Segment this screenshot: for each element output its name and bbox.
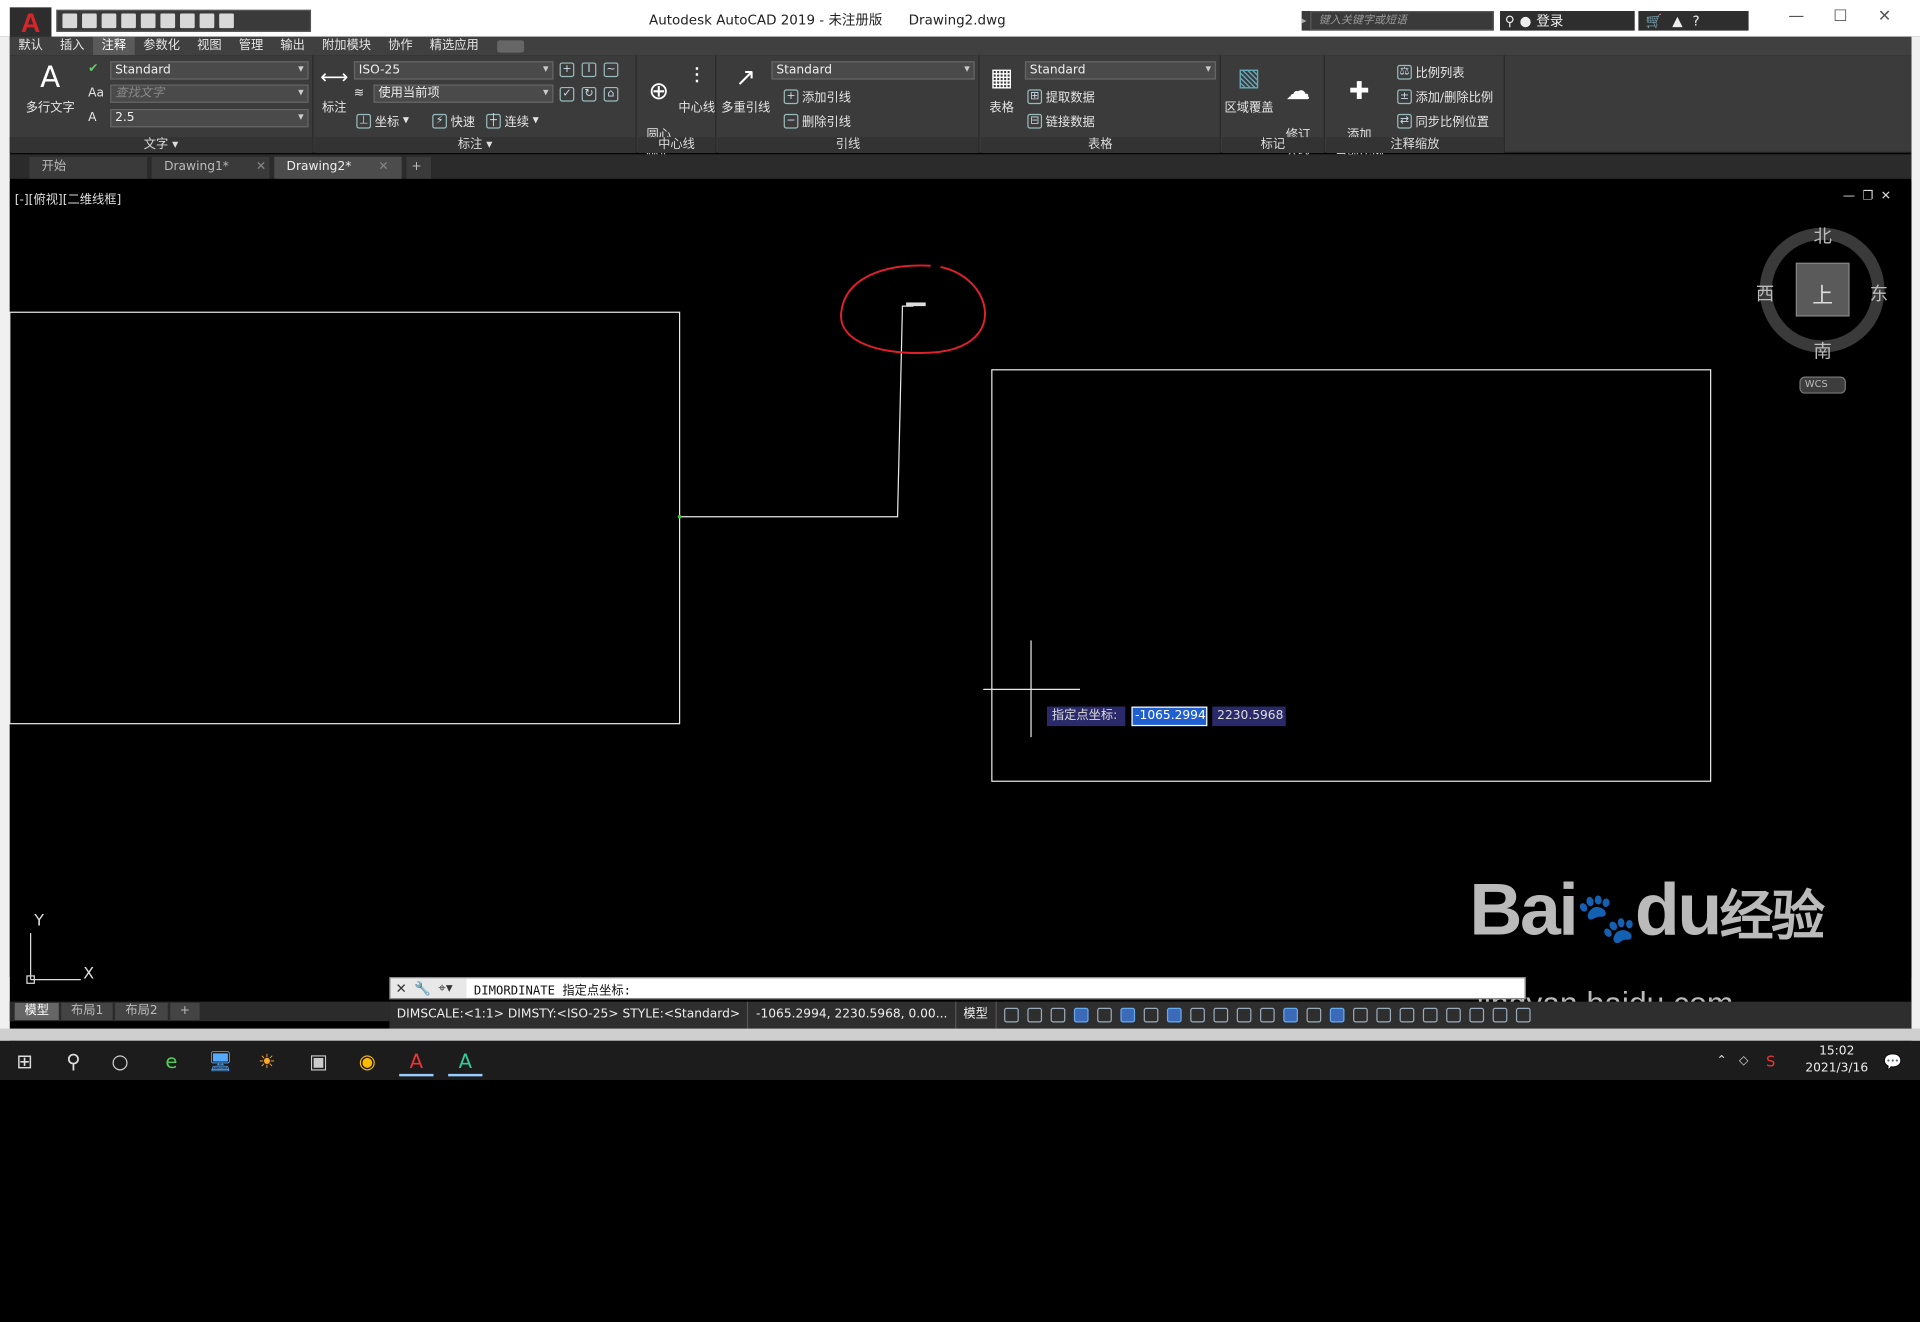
app-window-icon[interactable]: ▣ [301, 1047, 335, 1076]
task-view-icon[interactable]: ○ [103, 1047, 137, 1076]
ucs-x-label: X [83, 964, 95, 984]
layout-tab-layout2[interactable]: 布局2 [115, 1002, 168, 1021]
clean-screen-icon [1492, 1007, 1507, 1023]
app-green-icon[interactable]: A [448, 1047, 483, 1077]
status-toggles[interactable] [996, 1007, 1531, 1023]
annotation-scale-icon [1329, 1007, 1345, 1023]
clock-date: 2021/3/16 [1805, 1061, 1869, 1076]
windows-start-icon[interactable]: ⊞ [7, 1047, 41, 1076]
viewcube-top[interactable]: 上 [1812, 278, 1833, 308]
otrack-icon [1166, 1007, 1182, 1023]
selection-cycling-icon [1259, 1007, 1275, 1023]
infer-icon [1050, 1007, 1065, 1023]
dyn-input-icon [1073, 1007, 1089, 1023]
compass-west[interactable]: 西 [1756, 280, 1774, 306]
quick-properties-icon [1399, 1007, 1414, 1023]
windows-taskbar: ⊞ ⚲ ○ e 🖥 ☀ ▣ ◉ A A ⌃ ◇ S 💬 [0, 1040, 1920, 1081]
customize-cmd-icon[interactable]: 🔧 [414, 980, 431, 996]
snap-point [677, 514, 682, 519]
command-line-buttons[interactable]: ✕ 🔧 ⌖▾ [390, 978, 467, 998]
dynamic-input-y[interactable]: 2230.5968 [1212, 706, 1286, 727]
tray-app-icon[interactable]: ◇ [1734, 1047, 1754, 1076]
isodraft-icon [1143, 1007, 1159, 1023]
browser-360-icon[interactable]: e [154, 1047, 188, 1076]
status-dim-info: DIMSCALE:<1:1> DIMSTY:<ISO-25> STYLE:<St… [389, 1001, 749, 1029]
compass-north[interactable]: 北 [1813, 223, 1831, 249]
status-bar: DIMSCALE:<1:1> DIMSTY:<ISO-25> STYLE:<St… [389, 1001, 1912, 1029]
watermark-brand-du: du [1634, 868, 1722, 951]
dynamic-input-prompt: 指定点坐标: [1046, 706, 1126, 727]
watermark-brand: Bai [1469, 868, 1578, 951]
polar-icon [1120, 1007, 1135, 1023]
watermark-brand-cn: 经验 [1719, 886, 1825, 947]
notifications-icon[interactable]: 💬 [1878, 1047, 1907, 1076]
lineweight-icon [1213, 1007, 1228, 1023]
search-icon[interactable]: ⚲ [56, 1047, 90, 1076]
ordinate-leader-line [679, 305, 914, 518]
compass-south[interactable]: 南 [1813, 338, 1831, 364]
compass-east[interactable]: 东 [1870, 280, 1888, 306]
layout-tab-bar: 模型 布局1 布局2 + [9, 1001, 390, 1022]
baidu-watermark: Bai🐾du经验 jingyan.baidu.com [1469, 867, 1825, 1021]
transparency-icon [1236, 1007, 1252, 1023]
isolate-icon [1445, 1007, 1461, 1023]
computer-icon[interactable]: 🖥 [203, 1047, 237, 1076]
workspace-icon [1352, 1007, 1368, 1023]
wcs-menu[interactable]: WCS [1805, 378, 1828, 389]
rectangle-left [9, 311, 681, 725]
add-layout-button[interactable]: + [169, 1002, 200, 1021]
chrome-icon[interactable]: ◉ [350, 1047, 384, 1076]
app-sun-icon[interactable]: ☀ [250, 1047, 284, 1076]
ucs-y-label: Y [34, 912, 45, 931]
clock-time: 15:02 [1819, 1044, 1855, 1058]
layout-tab-layout1[interactable]: 布局1 [61, 1002, 114, 1021]
status-model-space[interactable]: 模型 [956, 1001, 997, 1029]
osnap-icon [1189, 1007, 1205, 1023]
command-line[interactable]: ✕ 🔧 ⌖▾ DIMORDINATE 指定点坐标: [389, 977, 1526, 1000]
ordinate-dimension-text [906, 302, 926, 307]
hardware-accel-icon [1469, 1007, 1484, 1023]
tray-up-icon[interactable]: ⌃ [1712, 1047, 1732, 1076]
annotation-visibility-icon [1282, 1007, 1298, 1023]
underlying-window-strip [0, 1028, 1920, 1041]
recent-cmd-icon[interactable]: ⌖▾ [438, 980, 452, 997]
units-icon [1375, 1007, 1391, 1023]
autocad-taskbar-icon[interactable]: A [399, 1047, 434, 1077]
snap-icon [1026, 1007, 1042, 1023]
ortho-icon [1096, 1007, 1112, 1023]
customize-icon [1515, 1007, 1531, 1023]
watermark-paw-icon: 🐾 [1576, 891, 1637, 946]
status-coordinates[interactable]: -1065.2994, 2230.5968, 0.00... [749, 1001, 956, 1029]
annotation-circle [840, 264, 986, 354]
taskbar-clock[interactable]: 15:02 2021/3/16 [1800, 1043, 1873, 1077]
command-line-text[interactable]: DIMORDINATE 指定点坐标: [467, 979, 631, 997]
close-cmd-icon[interactable]: ✕ [396, 980, 407, 996]
tray-sogou-icon[interactable]: S [1761, 1047, 1781, 1076]
grid-icon [1003, 1007, 1019, 1023]
auto-scale-icon [1306, 1007, 1321, 1023]
dynamic-input-x[interactable]: -1065.2994 [1131, 706, 1208, 727]
layout-tab-model[interactable]: 模型 [14, 1002, 59, 1021]
lock-ui-icon [1422, 1007, 1438, 1023]
